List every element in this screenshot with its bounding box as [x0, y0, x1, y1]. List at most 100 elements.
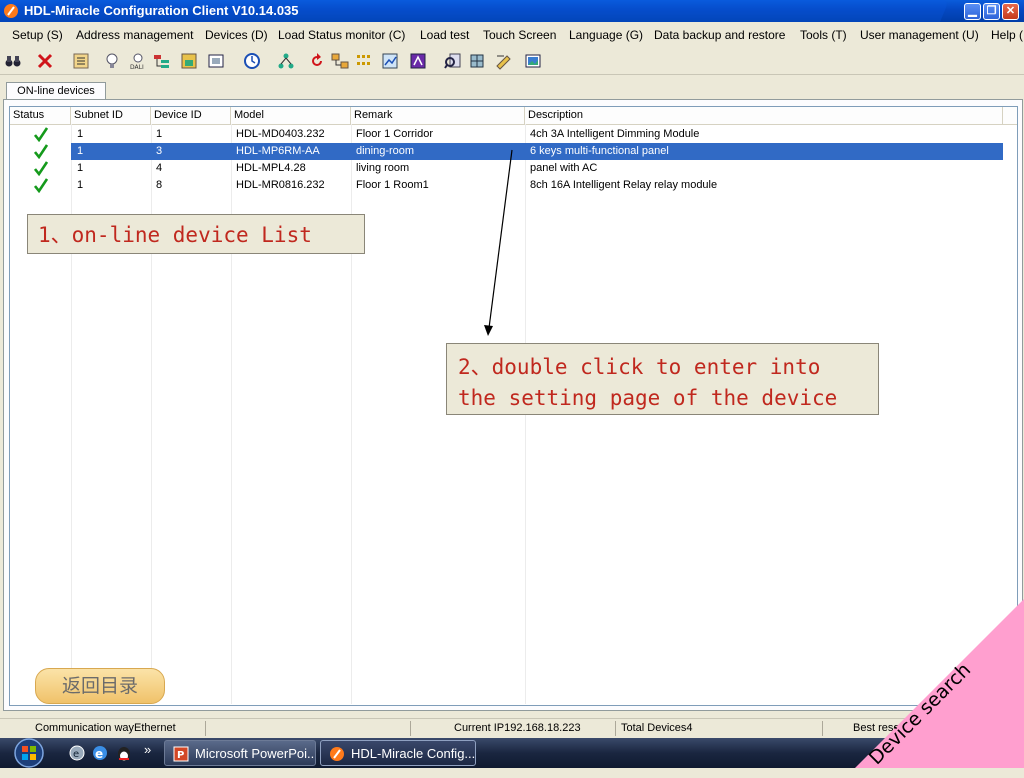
annotation-line-2: the setting page of the device [458, 386, 838, 410]
svg-text:P: P [177, 750, 184, 761]
cell-subnet-id: 1 [77, 162, 84, 174]
status-divider [822, 721, 823, 736]
dali-icon[interactable]: DALI [129, 52, 147, 70]
cell-subnet-id: 1 [77, 179, 84, 191]
column-status[interactable]: Status [10, 107, 71, 124]
cell-device-id: 8 [156, 179, 163, 191]
column-remark[interactable]: Remark [351, 107, 525, 124]
edit-icon[interactable] [495, 52, 513, 70]
title-bar: HDL-Miracle Configuration Client V10.14.… [0, 0, 1024, 22]
status-divider [615, 721, 616, 736]
window-icon[interactable] [207, 52, 225, 70]
cell-model: HDL-MPL4.28 [236, 162, 306, 174]
annotation-online-device-list: 1、on-line device List [27, 214, 365, 254]
cell-remark: dining-room [356, 145, 415, 157]
svg-text:DALI: DALI [130, 64, 144, 70]
binoculars-icon[interactable] [4, 52, 22, 70]
picture-icon[interactable] [524, 52, 542, 70]
bulb-icon[interactable] [103, 52, 121, 70]
cell-subnet-id: 1 [77, 145, 84, 157]
column-divider [351, 124, 352, 704]
cell-device-id: 4 [156, 162, 163, 174]
tree-icon[interactable] [153, 52, 171, 70]
restore-button[interactable]: ❐ [983, 3, 1000, 20]
menu-load-status-monitor[interactable]: Load Status monitor (C) [278, 28, 405, 42]
delete-icon[interactable] [36, 52, 54, 70]
column-description[interactable]: Description [525, 107, 1003, 124]
toolbar: DALI [0, 48, 1024, 75]
menu-devices[interactable]: Devices (D) [205, 28, 268, 42]
cell-remark: living room [356, 162, 410, 174]
internet-explorer-icon[interactable]: e [92, 745, 108, 761]
cell-device-id: 3 [156, 145, 163, 157]
powerpoint-icon: P [173, 746, 189, 762]
restore-icon: ❐ [986, 5, 997, 17]
cell-subnet-id: 1 [77, 128, 84, 140]
cell-model: HDL-MD0403.232 [236, 128, 325, 140]
cell-description: 4ch 3A Intelligent Dimming Module [530, 128, 700, 140]
task-label: HDL-Miracle Config... [351, 746, 476, 761]
menu-setup[interactable]: Setup (S) [12, 28, 63, 42]
taskbar-powerpoint[interactable]: P Microsoft PowerPoi... [164, 740, 316, 766]
cell-description: 6 keys multi-functional panel [530, 145, 669, 157]
cell-model: HDL-MP6RM-AA [236, 145, 320, 157]
menu-load-test[interactable]: Load test [420, 28, 469, 42]
menu-touch-screen[interactable]: Touch Screen [483, 28, 556, 42]
network-icon[interactable] [277, 52, 295, 70]
menu-language[interactable]: Language (G) [569, 28, 643, 42]
refresh-icon[interactable] [308, 52, 326, 70]
task-label: Microsoft PowerPoi... [195, 746, 316, 761]
column-divider [71, 124, 72, 704]
online-check-icon [34, 161, 48, 176]
back-to-contents-button[interactable]: 返回目录 [35, 668, 165, 704]
quicklaunch-app-icon[interactable]: e [69, 745, 85, 761]
status-divider [205, 721, 206, 736]
tab-online-devices[interactable]: ON-line devices [6, 82, 106, 100]
start-button[interactable] [12, 737, 46, 768]
online-check-icon [34, 127, 48, 142]
cell-model: HDL-MR0816.232 [236, 179, 325, 191]
taskbar-chevron[interactable]: » [144, 742, 151, 757]
list-icon[interactable] [72, 52, 90, 70]
annotation-line-1: 2、double click to enter into [458, 355, 821, 379]
column-device-id[interactable]: Device ID [151, 107, 231, 124]
connect-icon[interactable] [331, 52, 349, 70]
status-bar: Communication wayEthernet Current IP192.… [0, 718, 1024, 739]
cell-remark: Floor 1 Room1 [356, 179, 429, 191]
search-device-icon[interactable] [444, 52, 462, 70]
qq-penguin-icon[interactable] [116, 744, 132, 762]
annotation-double-click: 2、double click to enter into the setting… [446, 343, 879, 415]
menu-tools[interactable]: Tools (T) [800, 28, 847, 42]
image-icon[interactable] [180, 52, 198, 70]
status-communication: Communication wayEthernet [35, 722, 176, 734]
taskbar-hdl-miracle[interactable]: HDL-Miracle Config... [320, 740, 476, 766]
hdl-app-icon [330, 747, 344, 761]
purple-icon[interactable] [409, 52, 427, 70]
chart-icon[interactable] [381, 52, 399, 70]
online-check-icon [34, 178, 48, 193]
status-divider [410, 721, 411, 736]
column-model[interactable]: Model [231, 107, 351, 124]
menu-user-management[interactable]: User management (U) [860, 28, 979, 42]
minimize-icon: ▁ [968, 5, 977, 17]
online-check-icon [34, 144, 48, 159]
column-divider [151, 124, 152, 704]
list-header: Status Subnet ID Device ID Model Remark … [10, 107, 1017, 125]
menu-data-backup[interactable]: Data backup and restore [654, 28, 785, 42]
close-button[interactable]: ✕ [1002, 3, 1019, 20]
menu-bar: Setup (S) Address management Devices (D)… [0, 24, 1024, 46]
clock-icon[interactable] [243, 52, 261, 70]
cell-description: panel with AC [530, 162, 598, 174]
app-logo-icon [4, 4, 18, 18]
column-subnet-id[interactable]: Subnet ID [71, 107, 151, 124]
annotation-arrow [484, 149, 513, 336]
menu-address-management[interactable]: Address management [76, 28, 193, 42]
cell-device-id: 1 [156, 128, 163, 140]
minimize-button[interactable]: ▁ [964, 3, 981, 20]
status-total-devices: Total Devices4 [621, 722, 693, 734]
cell-remark: Floor 1 Corridor [356, 128, 434, 140]
menu-help[interactable]: Help ( [991, 28, 1023, 42]
grid-icon[interactable] [355, 52, 373, 70]
tool-icon[interactable] [468, 52, 486, 70]
close-icon: ✕ [1005, 5, 1016, 17]
